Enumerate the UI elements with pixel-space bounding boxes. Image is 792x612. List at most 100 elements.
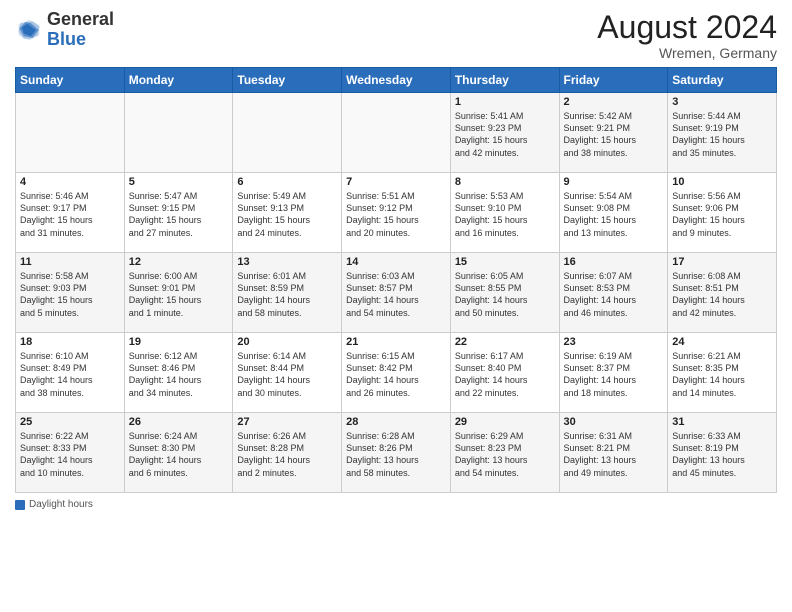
col-thursday: Thursday [450,68,559,93]
day-info: Sunrise: 5:44 AM Sunset: 9:19 PM Dayligh… [672,110,772,159]
day-info: Sunrise: 6:22 AM Sunset: 8:33 PM Dayligh… [20,430,120,479]
col-sunday: Sunday [16,68,125,93]
table-row: 16 Sunrise: 6:07 AM Sunset: 8:53 PM Dayli… [559,253,668,333]
day-info: Sunrise: 5:47 AM Sunset: 9:15 PM Dayligh… [129,190,229,239]
page: General Blue August 2024 Wremen, Germany… [0,0,792,612]
day-info: Sunrise: 5:54 AM Sunset: 9:08 PM Dayligh… [564,190,664,239]
day-number: 10 [672,176,772,188]
day-number: 13 [237,256,337,268]
day-info: Sunrise: 6:29 AM Sunset: 8:23 PM Dayligh… [455,430,555,479]
day-info: Sunrise: 6:03 AM Sunset: 8:57 PM Dayligh… [346,270,446,319]
table-row: 15 Sunrise: 6:05 AM Sunset: 8:55 PM Dayli… [450,253,559,333]
table-row: 25 Sunrise: 6:22 AM Sunset: 8:33 PM Dayli… [16,413,125,493]
table-row: 17 Sunrise: 6:08 AM Sunset: 8:51 PM Dayli… [668,253,777,333]
day-number: 20 [237,336,337,348]
header: General Blue August 2024 Wremen, Germany [15,10,777,61]
day-info: Sunrise: 6:12 AM Sunset: 8:46 PM Dayligh… [129,350,229,399]
day-info: Sunrise: 5:46 AM Sunset: 9:17 PM Dayligh… [20,190,120,239]
footer: Daylight hours [15,499,777,513]
table-row: 30 Sunrise: 6:31 AM Sunset: 8:21 PM Dayli… [559,413,668,493]
day-info: Sunrise: 6:07 AM Sunset: 8:53 PM Dayligh… [564,270,664,319]
day-number: 5 [129,176,229,188]
table-row: 12Sunrise: 6:00 AM Sunset: 9:01 PM Dayli… [124,253,233,333]
table-row: 21 Sunrise: 6:15 AM Sunset: 8:42 PM Dayli… [342,333,451,413]
day-number: 3 [672,96,772,108]
day-number: 1 [455,96,555,108]
day-number: 26 [129,416,229,428]
col-wednesday: Wednesday [342,68,451,93]
day-number: 30 [564,416,664,428]
table-row: 29 Sunrise: 6:29 AM Sunset: 8:23 PM Dayli… [450,413,559,493]
calendar-header-row: Sunday Monday Tuesday Wednesday Thursday… [16,68,777,93]
day-number: 2 [564,96,664,108]
month-year: August 2024 [597,10,777,45]
day-number: 21 [346,336,446,348]
day-info: Sunrise: 6:21 AM Sunset: 8:35 PM Dayligh… [672,350,772,399]
table-row: 11Sunrise: 5:58 AM Sunset: 9:03 PM Dayli… [16,253,125,333]
day-number: 6 [237,176,337,188]
day-info: Sunrise: 5:42 AM Sunset: 9:21 PM Dayligh… [564,110,664,159]
table-row: 20 Sunrise: 6:14 AM Sunset: 8:44 PM Dayli… [233,333,342,413]
table-row: 27 Sunrise: 6:26 AM Sunset: 8:28 PM Dayli… [233,413,342,493]
day-info: Sunrise: 5:49 AM Sunset: 9:13 PM Dayligh… [237,190,337,239]
footer-dot [15,500,25,510]
calendar-week-row: 4 Sunrise: 5:46 AM Sunset: 9:17 PM Daylig… [16,173,777,253]
day-info: Sunrise: 5:58 AM Sunset: 9:03 PM Dayligh… [20,270,120,319]
day-info: Sunrise: 6:10 AM Sunset: 8:49 PM Dayligh… [20,350,120,399]
footer-daylight-label: Daylight hours [29,499,93,510]
day-info: Sunrise: 6:26 AM Sunset: 8:28 PM Dayligh… [237,430,337,479]
table-row: 22 Sunrise: 6:17 AM Sunset: 8:40 PM Dayli… [450,333,559,413]
day-info: Sunrise: 6:28 AM Sunset: 8:26 PM Dayligh… [346,430,446,479]
day-info: Sunrise: 6:15 AM Sunset: 8:42 PM Dayligh… [346,350,446,399]
day-number: 19 [129,336,229,348]
table-row: 18 Sunrise: 6:10 AM Sunset: 8:49 PM Dayli… [16,333,125,413]
table-row: 5 Sunrise: 5:47 AM Sunset: 9:15 PM Daylig… [124,173,233,253]
day-info: Sunrise: 6:24 AM Sunset: 8:30 PM Dayligh… [129,430,229,479]
footer-daylight: Daylight hours [15,499,93,510]
day-info: Sunrise: 6:19 AM Sunset: 8:37 PM Dayligh… [564,350,664,399]
calendar: Sunday Monday Tuesday Wednesday Thursday… [15,67,777,493]
table-row: 14Sunrise: 6:03 AM Sunset: 8:57 PM Dayli… [342,253,451,333]
logo-general: General [47,9,114,29]
calendar-week-row: 18 Sunrise: 6:10 AM Sunset: 8:49 PM Dayli… [16,333,777,413]
day-number: 18 [20,336,120,348]
day-info: Sunrise: 5:51 AM Sunset: 9:12 PM Dayligh… [346,190,446,239]
table-row: 1Sunrise: 5:41 AM Sunset: 9:23 PM Daylig… [450,93,559,173]
day-number: 22 [455,336,555,348]
day-number: 27 [237,416,337,428]
day-number: 25 [20,416,120,428]
logo-icon [15,16,43,44]
day-number: 29 [455,416,555,428]
day-number: 24 [672,336,772,348]
location: Wremen, Germany [597,45,777,61]
table-row [233,93,342,173]
day-info: Sunrise: 6:17 AM Sunset: 8:40 PM Dayligh… [455,350,555,399]
table-row: 26 Sunrise: 6:24 AM Sunset: 8:30 PM Dayli… [124,413,233,493]
logo: General Blue [15,10,114,50]
table-row: 4 Sunrise: 5:46 AM Sunset: 9:17 PM Daylig… [16,173,125,253]
day-info: Sunrise: 6:01 AM Sunset: 8:59 PM Dayligh… [237,270,337,319]
table-row: 8Sunrise: 5:53 AM Sunset: 9:10 PM Daylig… [450,173,559,253]
day-number: 16 [564,256,664,268]
day-info: Sunrise: 6:08 AM Sunset: 8:51 PM Dayligh… [672,270,772,319]
day-info: Sunrise: 5:56 AM Sunset: 9:06 PM Dayligh… [672,190,772,239]
day-number: 17 [672,256,772,268]
day-number: 4 [20,176,120,188]
table-row: 24 Sunrise: 6:21 AM Sunset: 8:35 PM Dayli… [668,333,777,413]
day-number: 12 [129,256,229,268]
table-row: 2 Sunrise: 5:42 AM Sunset: 9:21 PM Daylig… [559,93,668,173]
day-info: Sunrise: 6:31 AM Sunset: 8:21 PM Dayligh… [564,430,664,479]
day-info: Sunrise: 6:14 AM Sunset: 8:44 PM Dayligh… [237,350,337,399]
col-friday: Friday [559,68,668,93]
logo-blue: Blue [47,29,86,49]
day-number: 9 [564,176,664,188]
table-row: 13 Sunrise: 6:01 AM Sunset: 8:59 PM Dayli… [233,253,342,333]
calendar-week-row: 11Sunrise: 5:58 AM Sunset: 9:03 PM Dayli… [16,253,777,333]
day-info: Sunrise: 6:05 AM Sunset: 8:55 PM Dayligh… [455,270,555,319]
col-tuesday: Tuesday [233,68,342,93]
table-row: 6 Sunrise: 5:49 AM Sunset: 9:13 PM Daylig… [233,173,342,253]
day-number: 15 [455,256,555,268]
table-row: 31Sunrise: 6:33 AM Sunset: 8:19 PM Dayli… [668,413,777,493]
table-row [342,93,451,173]
logo-text: General Blue [47,10,114,50]
